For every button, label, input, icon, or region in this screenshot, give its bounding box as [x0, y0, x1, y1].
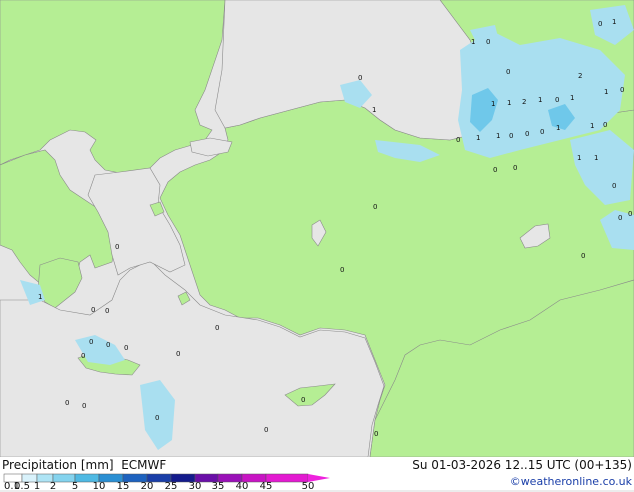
map-label: 1	[594, 154, 598, 162]
legend-tick-label: 45	[259, 481, 273, 492]
map-label: 0	[105, 307, 109, 315]
map-label: 1	[372, 106, 376, 114]
map-label: 0	[65, 399, 69, 407]
map-label: 0	[155, 414, 159, 422]
map-label: 0	[506, 68, 510, 76]
map-label: 1	[577, 154, 581, 162]
legend-tick-label: 40	[235, 481, 249, 492]
map-label: 1	[491, 100, 495, 108]
legend-tick-label: 0.5	[14, 481, 30, 492]
map-label: 1	[476, 134, 480, 142]
map-footer: Precipitation [mm] ECMWF Su 01-03-2026 1…	[0, 457, 634, 492]
map-label: 0	[603, 121, 607, 129]
map-label: 0	[91, 306, 95, 314]
legend-tick-label: 20	[140, 481, 154, 492]
map-label: 0	[456, 136, 460, 144]
map-label: 1	[570, 94, 574, 102]
model-name: ECMWF	[121, 458, 167, 472]
map-label: 0	[358, 74, 362, 82]
map-label: 2	[522, 98, 526, 106]
map-label: 0	[124, 344, 128, 352]
map-label: 0	[513, 164, 517, 172]
map-label: 0	[612, 182, 616, 190]
legend-tick-label: 2	[49, 481, 57, 492]
legend-tick-label: 30	[188, 481, 202, 492]
map-label: 0	[628, 210, 632, 218]
map-label: 0	[540, 128, 544, 136]
map-label: 0	[493, 166, 497, 174]
map-label: 0	[106, 341, 110, 349]
map-label: 1	[556, 124, 560, 132]
legend-tick-label: 35	[211, 481, 225, 492]
map-label: 0	[81, 352, 85, 360]
map-label: 0	[301, 396, 305, 404]
map-label: 0	[82, 402, 86, 410]
legend-tick-label: 10	[92, 481, 106, 492]
legend-tick-label: 1	[33, 481, 41, 492]
map-label: 0	[89, 338, 93, 346]
map-label: 1	[604, 88, 608, 96]
map-label: 0	[618, 214, 622, 222]
credit-link[interactable]: ©weatheronline.co.uk	[510, 475, 632, 488]
map-label: 1	[471, 38, 475, 46]
map-label: 1	[507, 99, 511, 107]
map-label: 0	[581, 252, 585, 260]
map-label: 0	[115, 243, 119, 251]
precipitation-title: Precipitation [mm]	[2, 458, 114, 472]
map-label: 1	[612, 18, 616, 26]
map-label: 0	[176, 350, 180, 358]
map-label: 0	[374, 430, 378, 438]
map-label: 1	[590, 122, 594, 130]
legend-tick-label: 5	[71, 481, 79, 492]
map-label: 0	[525, 130, 529, 138]
map-label: 1	[496, 132, 500, 140]
map-label: 0	[555, 96, 559, 104]
map-label: 0	[509, 132, 513, 140]
product-title: Precipitation [mm] ECMWF	[2, 458, 166, 472]
map-label: 0	[598, 20, 602, 28]
map-label: 1	[38, 293, 42, 301]
precipitation-map[interactable]: 1 0 0 0 1 1 2 1 0 1 1 1 1 0 0 0 1 1 2 1 …	[0, 0, 634, 457]
map-label: 2	[578, 72, 582, 80]
map-label: 0	[620, 86, 624, 94]
valid-datetime: Su 01-03-2026 12..15 UTC (00+135)	[412, 458, 632, 472]
legend-tick-label: 50	[301, 481, 315, 492]
legend-tick-label: 15	[116, 481, 130, 492]
map-label: 0	[486, 38, 490, 46]
map-label: 0	[215, 324, 219, 332]
map-label: 1	[538, 96, 542, 104]
map-label: 0	[340, 266, 344, 274]
legend-tick-label: 25	[164, 481, 178, 492]
map-label: 0	[264, 426, 268, 434]
map-label: 0	[373, 203, 377, 211]
